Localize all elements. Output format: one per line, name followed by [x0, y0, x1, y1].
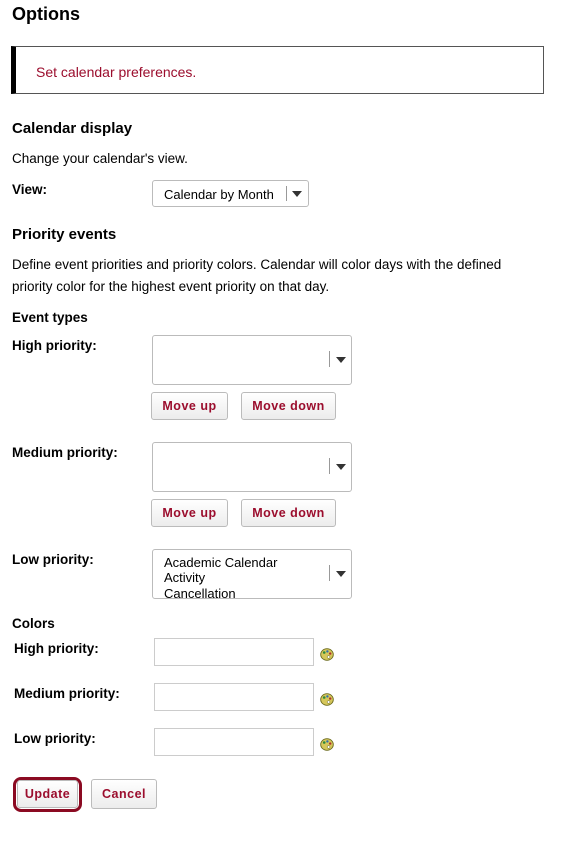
medium-color-input[interactable] [154, 683, 314, 711]
high-move-down-button[interactable]: Move down [241, 392, 336, 420]
low-color-input[interactable] [154, 728, 314, 756]
select-separator [329, 458, 330, 474]
view-label: View: [12, 182, 48, 197]
list-item[interactable]: Cancellation [164, 586, 236, 598]
chevron-down-icon[interactable] [336, 571, 346, 577]
palette-icon[interactable] [320, 738, 334, 751]
high-color-input[interactable] [154, 638, 314, 666]
colors-heading: Colors [12, 616, 55, 631]
select-separator [329, 565, 330, 581]
color-low-label: Low priority: [14, 731, 96, 746]
cancel-button[interactable]: Cancel [91, 779, 157, 809]
high-priority-list[interactable] [152, 335, 352, 385]
event-types-heading: Event types [12, 310, 88, 325]
view-select[interactable]: Calendar by Month [152, 180, 309, 207]
select-separator [286, 186, 287, 201]
instruction-message-box: Set calendar preferences. [11, 46, 544, 94]
medium-priority-label: Medium priority: [12, 445, 118, 460]
medium-move-down-button[interactable]: Move down [241, 499, 336, 527]
calendar-display-description: Change your calendar's view. [12, 151, 188, 166]
high-move-up-button[interactable]: Move up [151, 392, 228, 420]
chevron-down-icon[interactable] [336, 357, 346, 363]
high-priority-label: High priority: [12, 338, 97, 353]
palette-icon[interactable] [320, 648, 334, 661]
select-separator [329, 351, 330, 367]
instruction-message: Set calendar preferences. [36, 64, 197, 80]
low-priority-label: Low priority: [12, 552, 94, 567]
update-button[interactable]: Update [17, 780, 78, 808]
priority-events-description-line2: priority color for the highest event pri… [12, 279, 330, 294]
color-medium-label: Medium priority: [14, 686, 120, 701]
view-select-value: Calendar by Month [164, 187, 274, 202]
chevron-down-icon[interactable] [336, 464, 346, 470]
page-title: Options [12, 4, 80, 24]
chevron-down-icon[interactable] [292, 191, 302, 197]
calendar-display-heading: Calendar display [12, 120, 133, 137]
low-priority-list[interactable]: Academic Calendar Activity Cancellation [152, 549, 352, 599]
list-item[interactable]: Academic Calendar [164, 555, 277, 570]
medium-priority-list[interactable] [152, 442, 352, 492]
priority-events-heading: Priority events [12, 226, 117, 243]
color-high-label: High priority: [14, 641, 99, 656]
palette-icon[interactable] [320, 693, 334, 706]
list-item[interactable]: Activity [164, 570, 205, 585]
priority-events-description-line1: Define event priorities and priority col… [12, 257, 502, 272]
medium-move-up-button[interactable]: Move up [151, 499, 228, 527]
